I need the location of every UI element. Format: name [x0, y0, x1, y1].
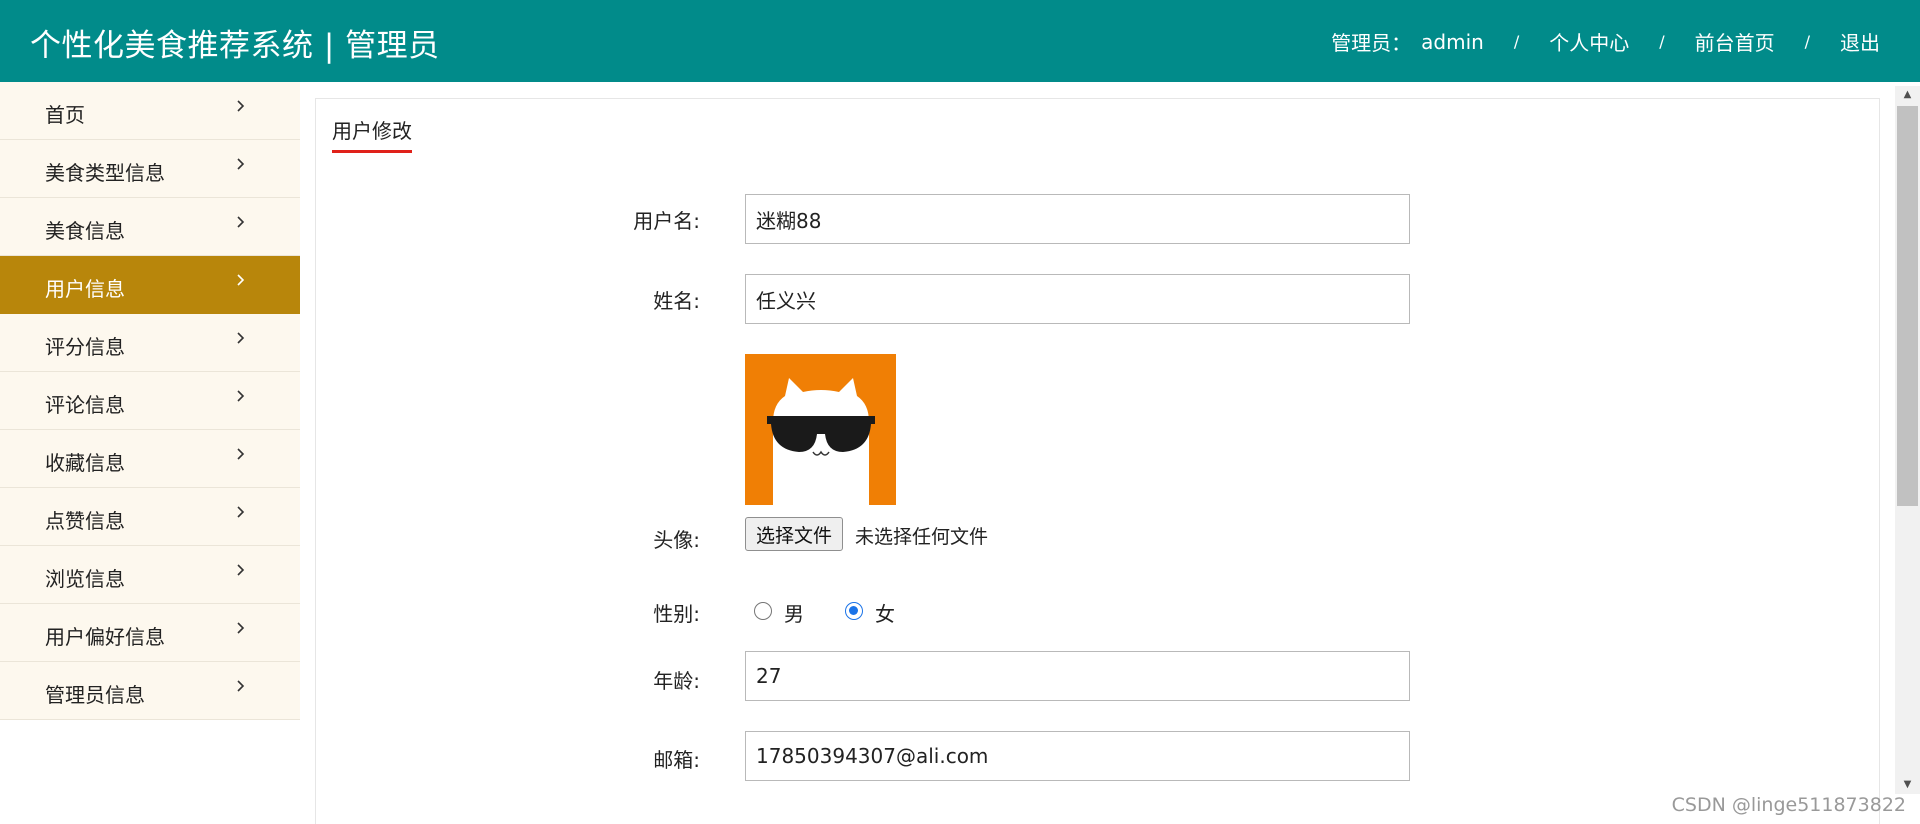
sidebar-item-label: 首页 [45, 103, 85, 127]
gender-male-label: 男 [784, 602, 804, 626]
top-nav: 管理员： admin / 个人中心 / 前台首页 / 退出 [1331, 27, 1880, 56]
vertical-scrollbar[interactable]: ▲ ▼ [1895, 86, 1920, 794]
gender-label: 性别: [653, 602, 700, 626]
chevron-right-icon [230, 212, 250, 232]
sidebar-menu: 首页 美食类型信息 美食信息 用户信息 评分信息 评论信息 收藏信息 点赞信息 … [0, 82, 300, 720]
admin-username: admin [1421, 29, 1484, 54]
sidebar-item-label: 收藏信息 [45, 451, 125, 475]
nav-separator: / [1513, 32, 1520, 51]
chevron-right-icon [230, 386, 250, 406]
sidebar-item-label: 点赞信息 [45, 509, 125, 533]
sidebar-item-user-preferences[interactable]: 用户偏好信息 [0, 604, 300, 662]
sidebar-item-food[interactable]: 美食信息 [0, 198, 300, 256]
top-header: 个性化美食推荐系统 | 管理员 管理员： admin / 个人中心 / 前台首页… [0, 0, 1920, 82]
chevron-right-icon [230, 502, 250, 522]
logout-link[interactable]: 退出 [1840, 27, 1880, 56]
sidebar-item-label: 用户信息 [45, 277, 125, 301]
chevron-right-icon [230, 444, 250, 464]
age-field[interactable] [745, 651, 1410, 701]
chevron-right-icon [230, 618, 250, 638]
sidebar-item-comments[interactable]: 评论信息 [0, 372, 300, 430]
sidebar-item-label: 评论信息 [45, 393, 125, 417]
sidebar-item-label: 浏览信息 [45, 567, 125, 591]
email-field[interactable] [745, 731, 1410, 781]
sidebar-item-label: 美食信息 [45, 219, 125, 243]
sidebar-item-label: 评分信息 [45, 335, 125, 359]
profile-link[interactable]: 个人中心 [1549, 27, 1629, 56]
sidebar-item-label: 用户偏好信息 [45, 625, 165, 649]
sidebar-item-ratings[interactable]: 评分信息 [0, 314, 300, 372]
choose-file-button[interactable]: 选择文件 [745, 517, 844, 551]
gender-female-label: 女 [875, 602, 895, 626]
sidebar-item-home[interactable]: 首页 [0, 82, 300, 140]
age-label: 年龄: [653, 669, 700, 693]
sidebar-item-admins[interactable]: 管理员信息 [0, 662, 300, 720]
sidebar-item-food-type[interactable]: 美食类型信息 [0, 140, 300, 198]
chevron-right-icon [230, 270, 250, 290]
sidebar-item-likes[interactable]: 点赞信息 [0, 488, 300, 546]
nav-separator: / [1804, 32, 1810, 51]
scroll-down-arrow-icon[interactable]: ▼ [1895, 776, 1920, 794]
gender-female-radio[interactable] [845, 602, 863, 620]
scroll-thumb[interactable] [1897, 106, 1918, 506]
avatar-label: 头像: [653, 528, 700, 552]
chevron-right-icon [230, 560, 250, 580]
username-label: 用户名: [633, 209, 700, 233]
sidebar-item-label: 美食类型信息 [45, 161, 165, 185]
scroll-up-arrow-icon[interactable]: ▲ [1895, 86, 1920, 104]
nav-separator: / [1659, 32, 1665, 51]
chevron-right-icon [230, 154, 250, 174]
sidebar-item-users[interactable]: 用户信息 [0, 256, 300, 314]
name-label: 姓名: [653, 289, 700, 313]
frontend-home-link[interactable]: 前台首页 [1695, 27, 1775, 56]
email-label: 邮箱: [653, 748, 700, 772]
cat-with-sunglasses-avatar [745, 354, 896, 505]
username-field[interactable] [745, 194, 1410, 244]
chevron-right-icon [230, 676, 250, 696]
admin-label: 管理员： [1331, 31, 1412, 55]
file-status-text: 未选择任何文件 [855, 526, 989, 548]
name-field[interactable] [745, 274, 1410, 324]
gender-male-radio[interactable] [754, 602, 772, 620]
app-title: 个性化美食推荐系统 | 管理员 [30, 28, 440, 64]
chevron-right-icon [230, 328, 250, 348]
sidebar-item-browse-history[interactable]: 浏览信息 [0, 546, 300, 604]
sidebar-item-favorites[interactable]: 收藏信息 [0, 430, 300, 488]
sidebar-item-label: 管理员信息 [45, 683, 145, 707]
tab-user-edit[interactable]: 用户修改 [332, 115, 412, 153]
chevron-right-icon [230, 96, 250, 116]
watermark: CSDN @linge511873822 [1671, 794, 1906, 816]
